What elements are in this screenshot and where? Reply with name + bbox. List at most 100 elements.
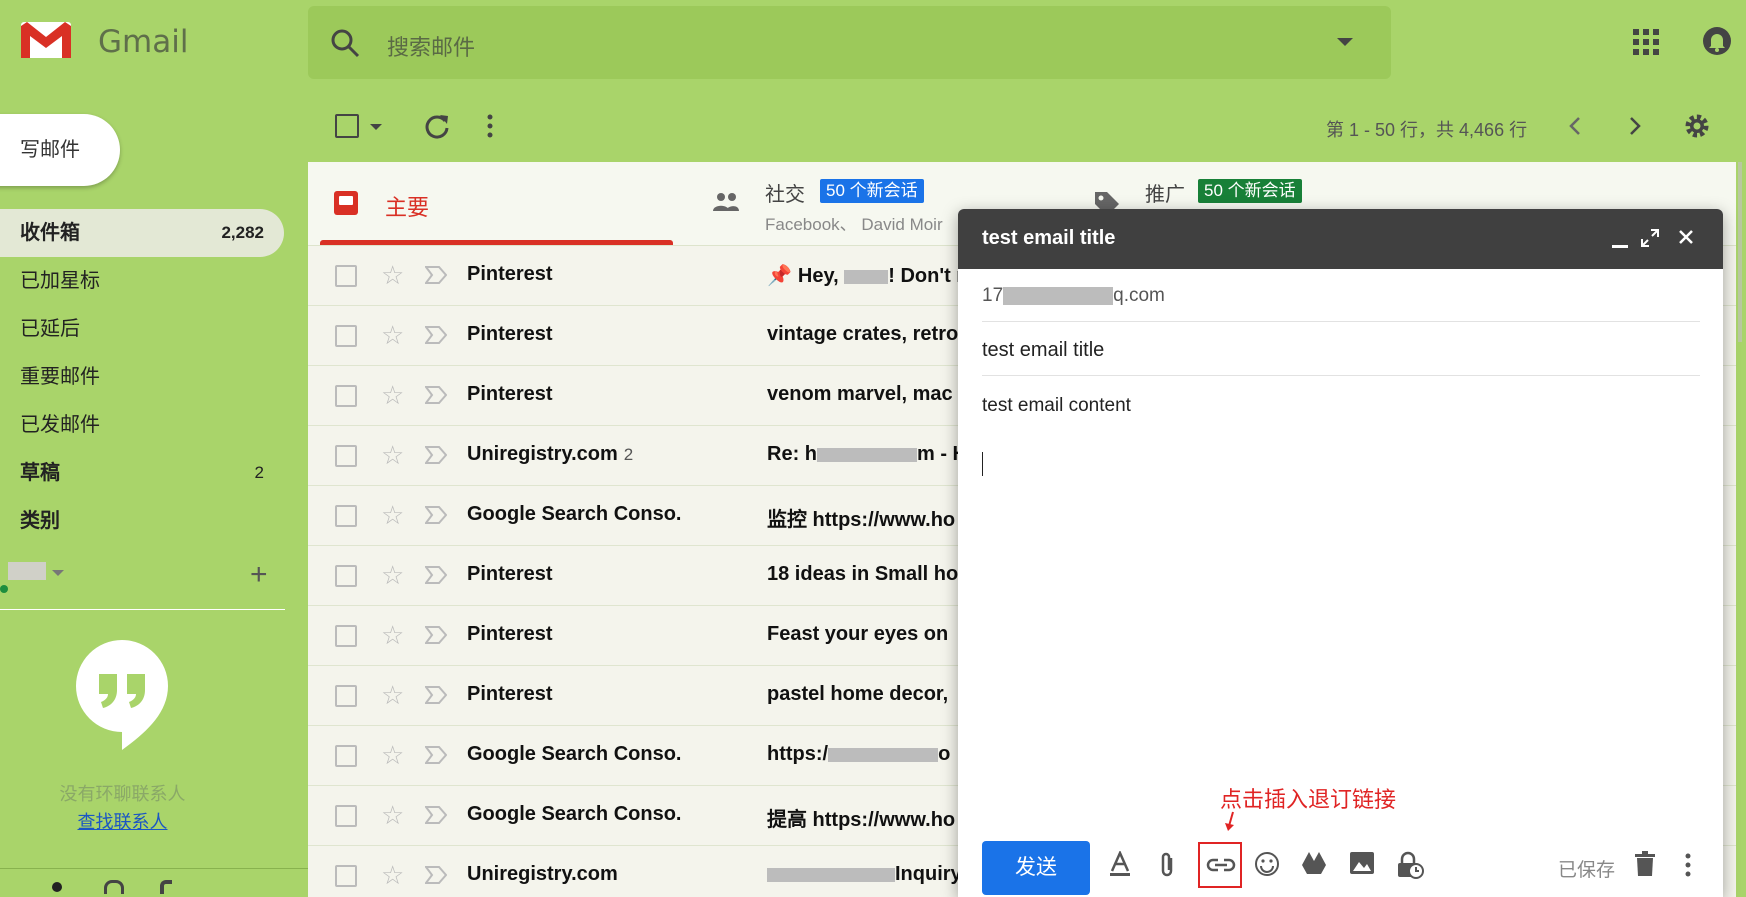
important-marker-icon[interactable] xyxy=(425,806,447,824)
important-marker-icon[interactable] xyxy=(425,866,447,884)
sidebar-item-drafts[interactable]: 草稿 2 xyxy=(0,449,284,497)
row-checkbox[interactable] xyxy=(335,805,357,827)
compose-header[interactable]: test email title xyxy=(958,209,1723,269)
emoji-icon[interactable] xyxy=(1254,851,1280,877)
star-icon[interactable]: ☆ xyxy=(381,741,404,769)
formatting-icon[interactable] xyxy=(1108,851,1132,877)
more-options-icon[interactable] xyxy=(1684,853,1692,877)
inbox-icon[interactable] xyxy=(334,191,358,215)
annotation-arrow-icon xyxy=(1224,811,1238,833)
pagination-range: 第 1 - 50 行，共 4,466 行 xyxy=(1326,120,1528,140)
notifications-icon[interactable] xyxy=(1702,26,1732,58)
close-icon[interactable] xyxy=(1678,229,1694,245)
sidebar-item-important[interactable]: 重要邮件 xyxy=(0,353,284,401)
important-marker-icon[interactable] xyxy=(425,686,447,704)
email-subject: 监控 https://www.ho xyxy=(767,509,956,531)
search-input[interactable]: 搜索邮件 xyxy=(387,30,475,62)
row-checkbox[interactable] xyxy=(335,745,357,767)
important-marker-icon[interactable] xyxy=(425,746,447,764)
search-icon[interactable] xyxy=(330,28,360,58)
settings-gear-icon[interactable] xyxy=(1683,112,1711,140)
sidebar-item-inbox[interactable]: 收件箱 2,282 xyxy=(0,209,284,257)
star-icon[interactable]: ☆ xyxy=(381,261,404,289)
minimize-icon[interactable] xyxy=(1612,245,1628,248)
row-checkbox[interactable] xyxy=(335,385,357,407)
email-subject: Inquiry xyxy=(767,863,962,886)
important-marker-icon[interactable] xyxy=(425,626,447,644)
sidebar-item-label: 已发邮件 xyxy=(20,414,100,436)
more-vert-icon[interactable] xyxy=(486,114,494,138)
search-options-caret-icon[interactable] xyxy=(1337,38,1353,46)
gmail-logo-text[interactable]: Gmail xyxy=(98,24,188,60)
email-subject: pastel home decor, xyxy=(767,683,949,705)
tab-primary[interactable]: 主要 xyxy=(385,190,429,222)
star-icon[interactable]: ☆ xyxy=(381,561,404,589)
email-sender: Google Search Conso. xyxy=(467,503,682,525)
row-checkbox[interactable] xyxy=(335,865,357,887)
photo-icon[interactable] xyxy=(1349,851,1375,875)
important-marker-icon[interactable] xyxy=(425,446,447,464)
row-checkbox[interactable] xyxy=(335,625,357,647)
hangouts-user-name-redacted[interactable] xyxy=(8,562,46,580)
new-conversation-plus-icon[interactable]: + xyxy=(250,560,268,590)
row-checkbox[interactable] xyxy=(335,265,357,287)
row-checkbox[interactable] xyxy=(335,685,357,707)
important-marker-icon[interactable] xyxy=(425,386,447,404)
hangouts-status-caret-icon[interactable] xyxy=(52,570,64,576)
sidebar-item-sent[interactable]: 已发邮件 xyxy=(0,401,284,449)
annotation-label: 点击插入退订链接 xyxy=(1220,787,1397,812)
row-checkbox[interactable] xyxy=(335,325,357,347)
tab-social[interactable]: 社交 xyxy=(765,178,805,207)
hangouts-tab-icon[interactable] xyxy=(104,880,124,894)
refresh-icon[interactable] xyxy=(423,112,451,140)
search-bar[interactable]: 搜索邮件 xyxy=(308,6,1391,79)
row-checkbox[interactable] xyxy=(335,505,357,527)
people-icon[interactable] xyxy=(712,192,740,212)
sidebar-item-snoozed[interactable]: 已延后 xyxy=(0,305,284,353)
star-icon[interactable]: ☆ xyxy=(381,681,404,709)
chevron-left-icon[interactable] xyxy=(1568,116,1582,136)
star-icon[interactable]: ☆ xyxy=(381,501,404,529)
row-checkbox[interactable] xyxy=(335,565,357,587)
compose-title: test email title xyxy=(982,227,1116,249)
row-checkbox[interactable] xyxy=(335,445,357,467)
scrollbar[interactable] xyxy=(1738,162,1742,342)
subject-field[interactable]: test email title xyxy=(982,339,1104,362)
important-marker-icon[interactable] xyxy=(425,566,447,584)
star-icon[interactable]: ☆ xyxy=(381,381,404,409)
select-options-caret-icon[interactable] xyxy=(370,124,382,130)
tab-social-senders: Facebook、 David Moir xyxy=(765,215,943,234)
important-marker-icon[interactable] xyxy=(425,326,447,344)
email-sender: Pinterest xyxy=(467,563,553,585)
star-icon[interactable]: ☆ xyxy=(381,621,404,649)
star-icon[interactable]: ☆ xyxy=(381,801,404,829)
important-marker-icon[interactable] xyxy=(425,506,447,524)
phone-tab-icon[interactable] xyxy=(160,880,172,894)
star-icon[interactable]: ☆ xyxy=(381,321,404,349)
sidebar-item-label: 重要邮件 xyxy=(20,366,100,388)
contacts-tab-icon[interactable] xyxy=(52,882,62,892)
gmail-logo-icon[interactable] xyxy=(20,20,72,60)
sidebar-item-categories[interactable]: 类别 xyxy=(0,497,284,545)
recipient-field[interactable]: 17 q.com xyxy=(982,285,1165,307)
chevron-right-icon[interactable] xyxy=(1628,116,1642,136)
sidebar-item-starred[interactable]: 已加星标 xyxy=(0,257,284,305)
drive-icon[interactable] xyxy=(1301,851,1327,875)
star-icon[interactable]: ☆ xyxy=(381,441,404,469)
message-body[interactable]: test email content xyxy=(982,395,1131,417)
confidential-mode-icon[interactable] xyxy=(1396,851,1424,879)
tab-promotions[interactable]: 推广 xyxy=(1145,178,1185,207)
star-icon[interactable]: ☆ xyxy=(381,861,404,889)
expand-icon[interactable] xyxy=(1641,229,1659,247)
important-marker-icon[interactable] xyxy=(425,266,447,284)
email-subject: 📌 Hey, ! Don't m xyxy=(767,265,975,287)
find-contacts-link[interactable]: 查找联系人 xyxy=(0,808,245,834)
trash-icon[interactable] xyxy=(1634,851,1656,877)
send-button[interactable]: 发送 xyxy=(982,841,1090,895)
sidebar-item-label: 已加星标 xyxy=(20,270,100,292)
compose-button[interactable]: 写邮件 xyxy=(0,114,120,186)
select-all-checkbox[interactable] xyxy=(335,114,359,138)
insert-link-icon[interactable] xyxy=(1206,857,1236,873)
attachment-icon[interactable] xyxy=(1158,851,1176,879)
apps-grid-icon[interactable] xyxy=(1633,29,1659,55)
